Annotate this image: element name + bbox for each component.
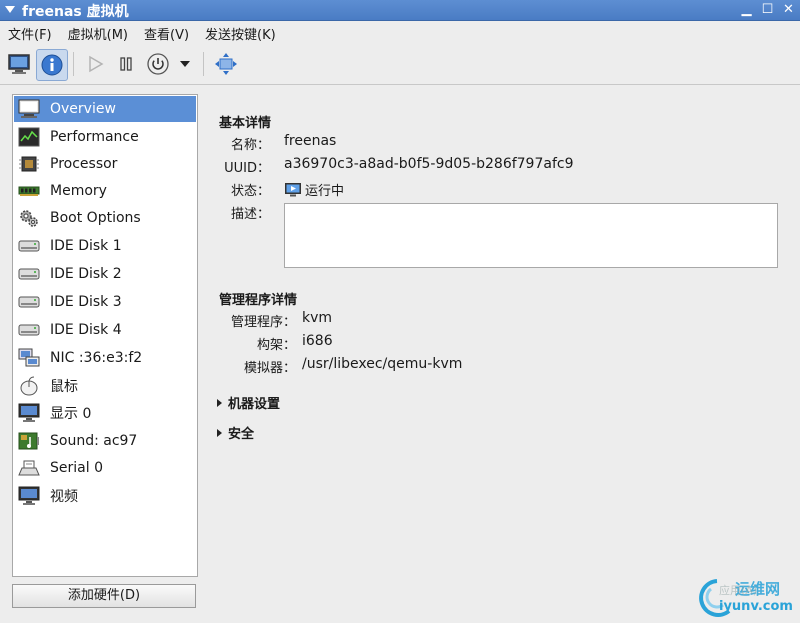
site-watermark: 运维网 应用(A) iyunv.com <box>695 575 795 619</box>
dropdown-arrow-icon <box>180 61 190 67</box>
sidebar-item-boot-options[interactable]: Boot Options <box>14 205 196 231</box>
maximize-icon[interactable]: ☐ <box>760 2 775 17</box>
architecture-value: i686 <box>302 333 333 349</box>
sidebar-item-sound[interactable]: Sound: ac97 <box>14 428 196 454</box>
description-textarea[interactable] <box>284 203 778 268</box>
hypervisor-details-title: 管理程序详情 <box>219 293 298 308</box>
status-value: 运行中 <box>305 184 345 199</box>
fullscreen-button[interactable] <box>212 49 240 79</box>
window-titlebar[interactable]: freenas 虚拟机 ▁ ☐ ✕ <box>0 0 800 21</box>
sidebar-item-overview[interactable]: Overview <box>14 96 196 122</box>
description-label: 描述： <box>230 207 270 222</box>
menu-view[interactable]: 查看(V) <box>136 21 197 43</box>
memory-icon <box>18 181 40 201</box>
sidebar-item-nic[interactable]: NIC :36:e3:f2 <box>14 345 196 371</box>
minimize-icon[interactable]: ▁ <box>739 2 754 17</box>
pause-button[interactable] <box>114 49 138 79</box>
status-field: 运行中 <box>284 180 344 199</box>
details-button[interactable] <box>36 49 68 81</box>
serial-icon <box>18 458 40 478</box>
menu-vm[interactable]: 虚拟机(M) <box>60 21 136 43</box>
console-button[interactable] <box>5 49 33 79</box>
status-label: 状态： <box>230 184 270 199</box>
toolbar <box>0 44 800 85</box>
sidebar-item-ide-disk-1[interactable]: IDE Disk 1 <box>14 233 196 259</box>
toolbar-separator <box>73 52 74 76</box>
power-icon <box>147 53 169 75</box>
disk-icon <box>18 320 40 340</box>
video-icon <box>18 486 40 506</box>
sidebar-item-serial[interactable]: Serial 0 <box>14 455 196 481</box>
window-menu-arrow-icon[interactable] <box>5 6 15 13</box>
add-hardware-button[interactable]: 添加硬件(D) <box>12 584 196 608</box>
hardware-list[interactable]: Overview Performance Processor Memory Bo… <box>12 94 198 577</box>
menu-send-key[interactable]: 发送按键(K) <box>197 21 284 43</box>
info-icon <box>41 54 63 76</box>
sidebar-item-performance[interactable]: Performance <box>14 124 196 150</box>
mouse-icon <box>18 376 40 396</box>
sound-icon <box>18 431 40 451</box>
gears-icon <box>18 208 40 228</box>
monitor-icon <box>18 99 40 119</box>
sidebar-item-video[interactable]: 视频 <box>14 483 196 509</box>
machine-settings-expander[interactable]: 机器设置 <box>217 393 280 412</box>
sidebar-item-ide-disk-4[interactable]: IDE Disk 4 <box>14 317 196 343</box>
processor-icon <box>18 154 40 174</box>
power-dropdown-button[interactable] <box>176 49 194 79</box>
name-label: 名称： <box>230 138 270 153</box>
uuid-value[interactable]: a36970c3-a8ad-b0f5-9d05-b286f797afc9 <box>284 156 574 172</box>
menu-bar: 文件(F) 虚拟机(M) 查看(V) 发送按键(K) <box>0 21 800 43</box>
name-value[interactable]: freenas <box>284 133 336 149</box>
run-button[interactable] <box>83 49 107 79</box>
emulator-value: /usr/libexec/qemu-kvm <box>302 356 463 372</box>
window-title: freenas 虚拟机 <box>22 4 129 20</box>
run-icon <box>89 55 104 73</box>
uuid-label: UUID： <box>224 161 270 176</box>
display-icon <box>18 403 40 423</box>
running-icon <box>284 182 302 197</box>
power-button[interactable] <box>145 49 171 79</box>
menu-file[interactable]: 文件(F) <box>0 21 60 43</box>
sidebar-item-memory[interactable]: Memory <box>14 178 196 204</box>
expander-arrow-icon <box>217 428 222 437</box>
toolbar-separator <box>203 52 204 76</box>
performance-icon <box>18 127 40 147</box>
disk-icon <box>18 264 40 284</box>
sidebar-item-mouse[interactable]: 鼠标 <box>14 373 196 399</box>
expander-arrow-icon <box>217 398 222 407</box>
sidebar-item-processor[interactable]: Processor <box>14 151 196 177</box>
sidebar-item-display[interactable]: 显示 0 <box>14 400 196 426</box>
console-icon <box>8 54 30 74</box>
pause-icon <box>120 57 132 71</box>
hypervisor-label: 管理程序： <box>230 315 296 330</box>
disk-icon <box>18 236 40 256</box>
hypervisor-value: kvm <box>302 310 333 326</box>
sidebar-item-ide-disk-2[interactable]: IDE Disk 2 <box>14 261 196 287</box>
security-expander[interactable]: 安全 <box>217 423 254 442</box>
network-icon <box>18 348 40 368</box>
emulator-label: 模拟器： <box>243 361 296 376</box>
basic-details-title: 基本详情 <box>219 116 272 131</box>
details-panel: 基本详情 名称： freenas UUID： a36970c3-a8ad-b0f… <box>200 94 800 614</box>
architecture-label: 构架： <box>256 338 296 353</box>
close-icon[interactable]: ✕ <box>781 2 796 17</box>
disk-icon <box>18 292 40 312</box>
sidebar-item-ide-disk-3[interactable]: IDE Disk 3 <box>14 289 196 315</box>
fullscreen-icon <box>215 53 237 75</box>
